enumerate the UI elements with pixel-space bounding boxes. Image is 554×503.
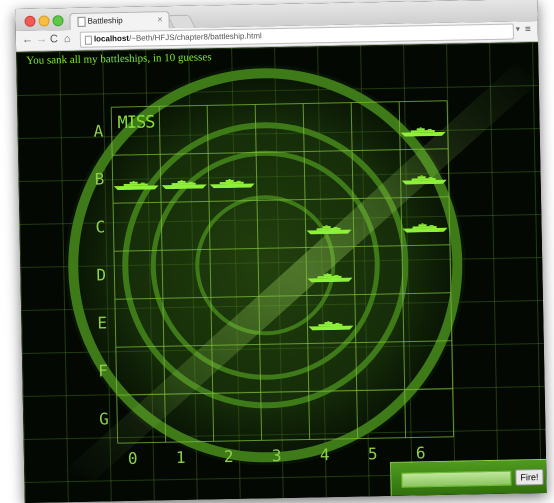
battleship-hit-icon (400, 123, 446, 137)
column-label-1: 1 (175, 447, 186, 468)
battleship-hit-icon (306, 221, 352, 235)
row-label-D: D (96, 265, 107, 285)
row-label-F: F (98, 361, 109, 381)
board-cell-F5 (356, 342, 404, 390)
url-host: localhost (93, 33, 130, 44)
board-cell-E1 (163, 297, 211, 345)
back-arrow-icon[interactable]: ← (22, 34, 33, 47)
column-label-3: 3 (271, 446, 282, 466)
board-cell-hit-C4 (305, 199, 353, 247)
column-label-4: 4 (319, 445, 330, 465)
row-label-B: B (94, 169, 105, 189)
row-label-E: E (97, 313, 108, 333)
board-cell-D3 (258, 248, 306, 296)
board-cell-A5 (351, 102, 399, 150)
board-cell-C5 (353, 198, 401, 246)
tab-title: Battleship (87, 15, 123, 26)
column-label-5: 5 (367, 444, 378, 464)
board-cell-C2 (209, 200, 257, 248)
page-icon (84, 35, 93, 45)
board-cell-hit-B6 (400, 149, 448, 197)
board-cell-E2 (211, 296, 259, 344)
battleship-hit-icon (161, 175, 207, 190)
board-cell-F0 (116, 346, 164, 394)
board-cell-hit-E4 (307, 295, 355, 343)
board-cell-G0 (117, 394, 165, 442)
battleship-hit-icon (307, 269, 353, 283)
board-cell-D2 (210, 248, 258, 296)
board-cell-F3 (260, 344, 308, 392)
board-cell-E6 (403, 293, 451, 341)
board-cell-B5 (352, 150, 400, 198)
board-cell-E5 (355, 294, 403, 342)
board-cell-D5 (354, 246, 402, 294)
board-cell-E3 (259, 296, 307, 344)
close-window-button[interactable] (24, 15, 36, 27)
zoom-window-button[interactable] (52, 15, 64, 27)
column-label-6: 6 (415, 443, 426, 463)
battleship-hit-icon (308, 317, 354, 331)
board-cell-hit-C6 (401, 197, 449, 245)
tab-close-icon[interactable]: × (157, 14, 162, 24)
board-cell-B3 (256, 152, 304, 200)
board-cell-hit-A6 (399, 101, 447, 149)
row-label-G: G (99, 409, 110, 429)
board-cell-F1 (164, 345, 212, 393)
battleship-hit-icon (401, 171, 447, 185)
board-cell-A4 (303, 103, 351, 151)
board-cell-E0 (115, 298, 163, 346)
board-cell-hit-B2 (208, 152, 256, 200)
row-label-A: A (93, 121, 104, 141)
board-cell-D1 (162, 249, 210, 297)
battleship-hit-icon (402, 219, 448, 233)
board-cell-miss-A0: MISS (111, 106, 159, 154)
board-cell-F6 (404, 341, 452, 389)
game-page: You sank all my battleships, in 10 guess… (16, 42, 547, 503)
dropdown-arrow-icon[interactable]: ▾ (516, 24, 520, 33)
board-cell-A1 (159, 105, 207, 153)
guess-input[interactable] (401, 470, 512, 488)
minimize-window-button[interactable] (38, 15, 50, 27)
board-cell-G6 (405, 389, 453, 437)
reload-icon[interactable]: C (50, 33, 58, 46)
board-cell-C3 (257, 200, 305, 248)
board-cell-A3 (255, 104, 303, 152)
board-cell-F2 (212, 344, 260, 392)
board-cell-G1 (165, 393, 213, 441)
board-cell-C1 (161, 201, 209, 249)
home-icon[interactable]: ⌂ (64, 33, 71, 46)
board-cell-hit-B0 (112, 154, 160, 202)
board-cell-C0 (113, 202, 161, 250)
board-cell-G5 (357, 390, 405, 438)
forward-arrow-icon[interactable]: → (36, 33, 47, 46)
battleship-hit-icon (209, 174, 255, 189)
board-cell-F4 (308, 343, 356, 391)
board-cell-hit-D4 (306, 247, 354, 295)
url-text: localhost/~Beth/HFJS/chapter8/battleship… (94, 29, 262, 46)
column-label-0: 0 (127, 448, 138, 468)
board-cell-G2 (213, 392, 261, 440)
menu-icon[interactable]: ≡ (525, 24, 531, 35)
row-label-C: C (95, 217, 106, 237)
url-path: /~Beth/HFJS/chapter8/battleship.html (128, 31, 262, 43)
board-cell-G3 (261, 392, 309, 440)
page-icon (77, 16, 86, 27)
miss-label: MISS (117, 112, 155, 134)
board-cell-D0 (114, 250, 162, 298)
board-cell-B4 (304, 151, 352, 199)
browser-window: Battleship × ← → C ⌂ localhost/~Beth/HFJ… (15, 0, 547, 503)
board-cell-G4 (309, 391, 357, 439)
column-label-2: 2 (223, 446, 234, 467)
fire-button[interactable]: Fire! (515, 469, 544, 486)
battleship-hit-icon (113, 176, 159, 191)
guess-form: Fire! (390, 458, 547, 498)
board-cell-A2 (207, 104, 255, 152)
board-cell-D6 (402, 245, 450, 293)
board-cell-hit-B1 (160, 153, 208, 201)
